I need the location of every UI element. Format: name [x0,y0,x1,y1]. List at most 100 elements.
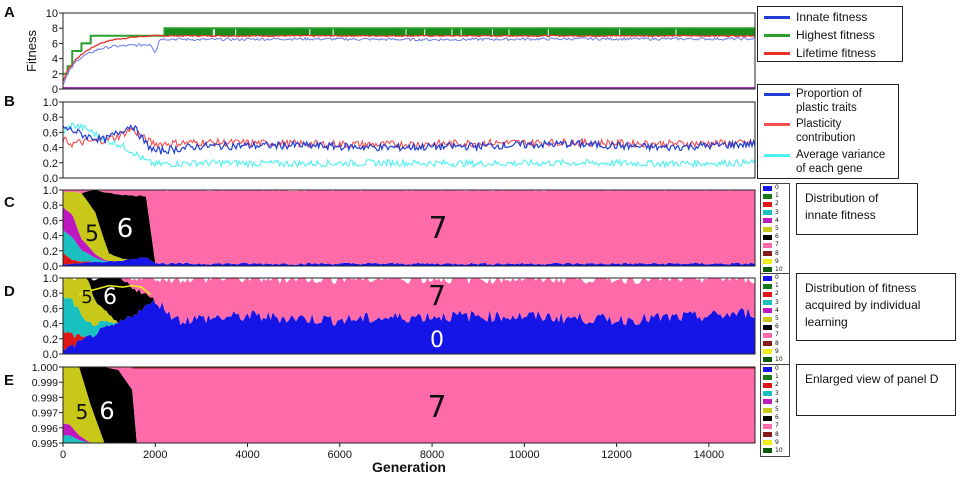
key-item: 1 [761,282,789,290]
x-axis-label: Generation [372,459,446,475]
y-tick-label: 0 [52,84,58,96]
key-swatch [763,391,772,397]
key-swatch [763,210,772,216]
x-tick-label: 14000 [694,449,725,461]
panel-c-label-5: 5 [85,222,99,247]
key-swatch [763,407,772,413]
key-swatch [763,308,772,314]
key-swatch [763,275,772,281]
key-label: 6 [775,233,779,241]
x-tick-label: 6000 [328,449,352,461]
panel-e-plot [63,367,755,443]
key-label: 5 [775,225,779,233]
key-item: 8 [761,431,789,439]
legend-swatch-red [764,51,790,55]
x-tick-label: 10000 [509,449,540,461]
y-tick-label: 0.4 [43,319,58,331]
legend-swatch-green [764,33,790,37]
key-label: 2 [775,200,779,208]
key-label: 8 [775,339,779,347]
y-tick-label: 0.997 [32,408,58,420]
y-tick-label: 0.0 [43,261,58,273]
y-tick-label: 0.999 [32,377,58,389]
key-label: 4 [775,397,779,405]
key-item: 7 [761,241,789,249]
y-tick-label: 0.8 [43,112,58,124]
key-swatch [763,201,772,207]
key-item: 1 [761,192,789,200]
key-label: 10 [775,446,783,454]
key-item: 7 [761,422,789,430]
key-label: 1 [775,282,779,290]
key-label: 0 [775,184,779,192]
key-item: 8 [761,250,789,258]
stacked-area-7 [63,367,755,443]
key-swatch [763,316,772,322]
y-tick-label: 1.0 [43,273,58,285]
key-item: 3 [761,390,789,398]
y-tick-label: 0.998 [32,392,58,404]
legend-label: Proportion of plastic traits [796,88,862,114]
key-item: 5 [761,315,789,323]
panel-e-label-5: 5 [76,400,89,424]
key-swatch [763,300,772,306]
key-swatch [763,374,772,380]
key-swatch [763,448,772,454]
x-tick-label: 0 [60,449,66,461]
panel-b-plot [63,122,755,169]
y-tick-label: 0.6 [43,303,58,315]
key-label: 4 [775,306,779,314]
legend-item-innate-fitness: Innate fitness [758,8,902,26]
key-item: 9 [761,439,789,447]
key-item: 4 [761,217,789,225]
key-swatch [763,415,772,421]
panel-a-plot [63,27,755,89]
key-item: 0 [761,365,789,373]
y-tick-label: 0.8 [43,288,58,300]
panel-a-frame [62,12,756,90]
key-label: 5 [775,406,779,414]
key-label: 1 [775,192,779,200]
panel-c-label-6: 6 [117,214,134,244]
key-label: 9 [775,438,779,446]
key-label: 8 [775,430,779,438]
key-swatch [763,341,772,347]
y-tick-label: 0.0 [43,173,58,185]
panel-e-label-7: 7 [427,390,446,425]
key-label: 0 [775,274,779,282]
panel-b-legend: Proportion of plastic traits Plasticity … [757,84,899,179]
key-swatch [763,349,772,355]
panel-b-frame [62,101,756,179]
legend-item-highest-fitness: Highest fitness [758,26,902,44]
key-item: 9 [761,258,789,266]
legend-item-proportion-plastic: Proportion of plastic traits [758,87,896,117]
key-label: 6 [775,414,779,422]
key-item: 2 [761,290,789,298]
panel-a-legend: Innate fitness Highest fitness Lifetime … [757,6,903,62]
legend-label: Plasticity contribution [796,118,856,144]
panel-letter-d: D [4,283,15,300]
key-label: 1 [775,373,779,381]
key-item: 3 [761,299,789,307]
panel-letter-e: E [4,372,14,389]
key-swatch [763,432,772,438]
legend-label: Lifetime fitness [796,46,877,60]
key-item: 10 [761,447,789,455]
legend-item-plasticity-contribution: Plasticity contribution [758,117,896,148]
key-swatch [763,382,772,388]
y-tick-label: 0.6 [43,127,58,139]
key-label: 3 [775,298,779,306]
key-swatch [763,267,772,273]
key-swatch [763,218,772,224]
highest-fitness-band [164,28,755,36]
key-swatch [763,366,772,372]
legend-item-average-variance: Average variance of each gene [758,148,896,178]
key-swatch [763,440,772,446]
y-tick-label: 0.8 [43,200,58,212]
x-tick-label: 4000 [235,449,259,461]
legend-label: Highest fitness [796,28,875,42]
legend-item-lifetime-fitness: Lifetime fitness [758,44,902,62]
y-tick-label: 1.0 [43,185,58,197]
panel-a-ylabel: Fitness [24,30,39,72]
panel-d-label-0: 0 [430,328,444,353]
